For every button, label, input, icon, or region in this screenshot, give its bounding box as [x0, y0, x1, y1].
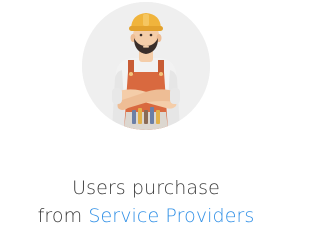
service-provider-caption: Users purchase from Service Providers [0, 174, 292, 230]
caption-from-text: from [37, 205, 89, 227]
service-providers-link[interactable]: Service Providers [88, 205, 254, 227]
caption-line-1: Users purchase [72, 177, 220, 199]
service-provider-card: Users purchase from Service Providers [0, 0, 292, 248]
construction-worker-icon [82, 2, 210, 130]
caption-line-2: from Service Providers [0, 202, 292, 230]
